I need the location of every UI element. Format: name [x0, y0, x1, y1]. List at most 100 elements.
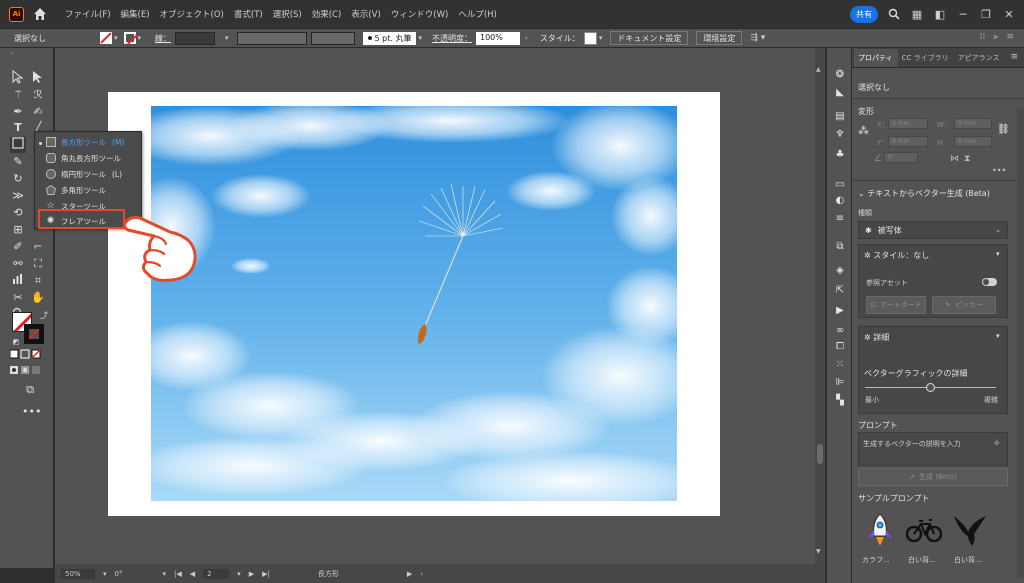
symbols-icon[interactable]: ♣: [833, 148, 847, 162]
rounded-rectangle-tool-item[interactable]: 角丸長方形ツール: [45, 151, 121, 165]
detail-section-header[interactable]: ✲ 詳細: [864, 332, 889, 343]
pen-tool-icon[interactable]: ✒: [10, 104, 26, 120]
rectangle-tool-item[interactable]: 長方形ツール (M): [45, 135, 124, 149]
scroll-down-icon[interactable]: ▼: [816, 548, 821, 555]
y-field[interactable]: 0 mm: [888, 136, 928, 147]
column-graph-tool-icon[interactable]: [10, 273, 26, 289]
direct-selection-tool-icon[interactable]: [30, 70, 46, 86]
variable-width-profile[interactable]: [236, 31, 307, 45]
links-icon[interactable]: ∞: [833, 324, 847, 338]
rotate-tool-icon[interactable]: ↻: [10, 171, 26, 187]
polygon-tool-item[interactable]: 多角形ツール: [45, 183, 106, 197]
menu-select[interactable]: 選択(S): [268, 8, 307, 20]
artboards-panel-icon[interactable]: ⧉: [833, 240, 847, 254]
shaper-tool-icon[interactable]: ✎: [10, 154, 26, 170]
reference-point-icon[interactable]: ⁂: [858, 124, 869, 137]
style-dropdown[interactable]: ✲ スタイル：なし: [864, 250, 929, 261]
fill-color-swatch[interactable]: [100, 32, 112, 44]
stroke-color-swatch[interactable]: [123, 32, 136, 44]
sparkle-icon[interactable]: ✧: [993, 439, 1001, 449]
chevron-down-icon[interactable]: ▾: [225, 34, 229, 42]
menu-effect[interactable]: 効果(C): [307, 8, 347, 20]
selection-tool-icon[interactable]: [10, 69, 26, 86]
artboard-tool-icon[interactable]: ⌗: [30, 273, 46, 289]
chevron-down-icon[interactable]: ▾: [418, 34, 422, 42]
stroke-panel-icon[interactable]: ▭: [833, 178, 847, 192]
chevron-down-icon[interactable]: ▾: [163, 570, 167, 578]
artboard-number[interactable]: 2: [203, 568, 230, 579]
chevron-down-icon[interactable]: ▾: [996, 250, 1000, 258]
search-icon[interactable]: [887, 7, 901, 21]
stroke-label[interactable]: 線：: [155, 33, 171, 44]
panel-scrollbar[interactable]: [1017, 108, 1024, 578]
brushes-icon[interactable]: ♆: [833, 128, 847, 142]
color-mode-buttons[interactable]: [9, 348, 41, 364]
brush-profile[interactable]: [310, 31, 355, 45]
hand-tool-icon[interactable]: ✋: [30, 290, 46, 306]
previous-artboard-icon[interactable]: ◀: [190, 570, 195, 578]
rotate-view-angle[interactable]: 0°: [115, 570, 155, 578]
flip-vertical-icon[interactable]: ⧗: [964, 154, 970, 164]
align-panel-icon[interactable]: ⊫: [833, 376, 847, 390]
text-to-vector-header[interactable]: ⌄ テキストからベクター生成 (Beta): [858, 188, 990, 199]
h-field[interactable]: 0 mm: [954, 136, 992, 147]
scroll-up-icon[interactable]: ▲: [816, 66, 821, 73]
share-button[interactable]: 共有: [850, 5, 878, 23]
home-icon[interactable]: [32, 6, 48, 22]
stroke-swatch[interactable]: [24, 324, 44, 344]
status-menu-icon[interactable]: ▶: [407, 570, 412, 578]
bird-sample-icon[interactable]: [950, 512, 990, 548]
menu-type[interactable]: 書式(T): [229, 8, 268, 20]
artboard-button[interactable]: ⊡ アートボード: [866, 296, 926, 314]
menu-icon[interactable]: ≡: [1006, 32, 1014, 42]
opacity-field[interactable]: 100%: [476, 31, 520, 45]
transparency-icon[interactable]: ≡: [833, 212, 847, 226]
panel-menu-icon[interactable]: ≡: [1010, 52, 1018, 62]
ellipse-tool-item[interactable]: 楕円形ツール (L): [45, 167, 122, 181]
menu-file[interactable]: ファイル(F): [60, 8, 116, 20]
minimize-icon[interactable]: ─: [956, 7, 970, 21]
generate-button[interactable]: ⇗ 生成 (Beta): [858, 468, 1008, 486]
menu-window[interactable]: ウィンドウ(W): [386, 8, 454, 20]
symbol-sprayer-tool-icon[interactable]: ⛶: [30, 256, 46, 272]
layers-icon[interactable]: ◈: [833, 264, 847, 278]
chevron-down-icon[interactable]: ▾: [996, 332, 1000, 340]
width-tool-icon[interactable]: ≫: [10, 188, 26, 204]
edit-toolbar-icon[interactable]: •••: [22, 404, 41, 420]
panel-grip-icon[interactable]: »: [0, 48, 53, 57]
angle-field[interactable]: 0°: [884, 152, 918, 163]
detail-slider-knob[interactable]: [926, 383, 935, 392]
menu-edit[interactable]: 編集(E): [116, 8, 155, 20]
align-options-icon[interactable]: ⇶ ▾: [750, 33, 765, 43]
tab-appearance[interactable]: アピアランス: [954, 53, 1005, 67]
pathfinder-icon[interactable]: ⧠: [833, 340, 847, 354]
actions-play-icon[interactable]: ▶: [833, 304, 847, 318]
lasso-tool-icon[interactable]: ℛ: [30, 87, 46, 103]
scrollbar-thumb[interactable]: [817, 444, 823, 464]
last-artboard-icon[interactable]: ▶|: [262, 570, 270, 578]
document-setup-button[interactable]: ドキュメント設定: [610, 31, 689, 45]
opacity-label[interactable]: 不透明度：: [432, 33, 472, 44]
stroke-weight-field[interactable]: [175, 31, 216, 45]
sky-dandelion-image[interactable]: [151, 106, 677, 501]
shape-builder-tool-icon[interactable]: ⊞: [10, 222, 26, 238]
swatches-icon[interactable]: ▤: [833, 110, 847, 124]
chevron-right-icon[interactable]: ›: [525, 34, 528, 42]
isolate-icon[interactable]: ⫸: [993, 32, 998, 42]
picker-button[interactable]: ✎ ピッカー: [932, 296, 996, 314]
gradient-tool-icon[interactable]: ⌐: [30, 239, 46, 255]
arrange-documents-icon[interactable]: ▦: [910, 7, 924, 21]
vertical-scrollbar[interactable]: ▲ ▼: [815, 48, 825, 564]
constrain-proportions-icon[interactable]: ⛓: [997, 124, 1010, 135]
flip-horizontal-icon[interactable]: ⋈: [950, 154, 959, 164]
screen-mode-icon[interactable]: ⧉: [22, 382, 38, 398]
export-icon[interactable]: ⇱: [833, 284, 847, 298]
rocket-sample-icon[interactable]: [860, 512, 900, 548]
blend-tool-icon[interactable]: ⚯: [10, 256, 26, 272]
more-options-icon[interactable]: •••: [992, 166, 1006, 175]
gradient-panel-icon[interactable]: ◐: [833, 194, 847, 208]
drawing-mode-icons[interactable]: [10, 364, 40, 380]
swap-fill-stroke-icon[interactable]: ⤴: [36, 308, 52, 324]
graphic-style-swatch[interactable]: [583, 31, 597, 45]
scroll-left-icon[interactable]: ‹: [420, 570, 423, 578]
